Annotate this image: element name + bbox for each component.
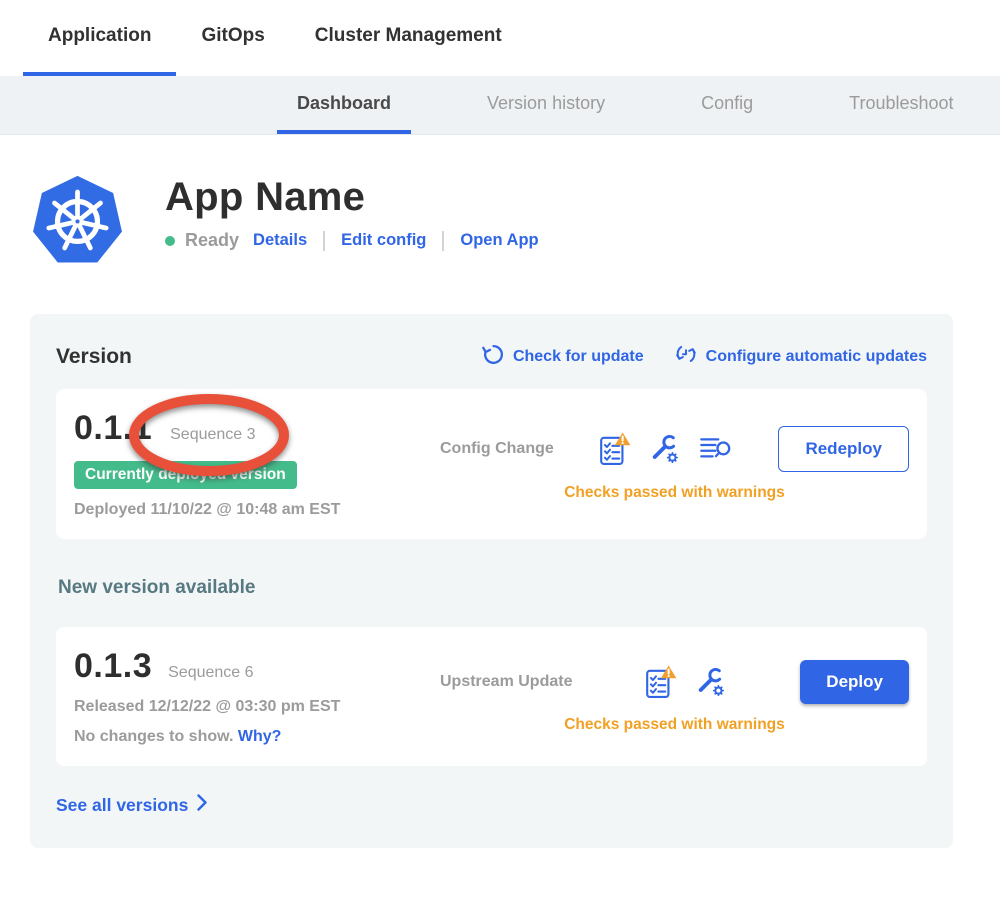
page-title: App Name	[165, 175, 539, 220]
chevron-right-icon	[197, 794, 208, 816]
tab-version-history[interactable]: Version history	[467, 76, 625, 134]
redeploy-button[interactable]: Redeploy	[778, 426, 909, 472]
kubernetes-logo-icon	[30, 173, 125, 268]
sequence-annotated: Sequence 3	[162, 426, 255, 444]
deployed-timestamp: Deployed 11/10/22 @ 10:48 am EST	[74, 501, 422, 519]
divider	[323, 231, 325, 251]
see-all-versions-link[interactable]: See all versions	[56, 795, 188, 816]
status-dot	[165, 236, 175, 246]
tab-cluster-management[interactable]: Cluster Management	[290, 0, 527, 76]
no-changes-text: No changes to show.	[74, 728, 233, 745]
new-version-card: 0.1.3 Sequence 6 Released 12/12/22 @ 03:…	[56, 627, 927, 766]
edit-config-link[interactable]: Edit config	[341, 231, 426, 250]
tab-dashboard[interactable]: Dashboard	[277, 76, 411, 134]
details-link[interactable]: Details	[253, 231, 307, 250]
refresh-icon	[482, 343, 505, 371]
tab-troubleshoot[interactable]: Troubleshoot	[829, 76, 973, 134]
divider	[442, 231, 444, 251]
version-source-label: Config Change	[440, 440, 554, 458]
open-app-link[interactable]: Open App	[460, 231, 538, 250]
view-files-icon[interactable]	[699, 436, 733, 462]
deploy-button[interactable]: Deploy	[800, 660, 909, 704]
version-heading: Version	[56, 345, 132, 369]
checks-status: Checks passed with warnings	[440, 484, 909, 502]
primary-nav: Application GitOps Cluster Management	[0, 0, 1000, 76]
check-for-update-link[interactable]: Check for update	[482, 343, 644, 371]
version-section: Version Check for update	[30, 314, 953, 848]
checks-status: Checks passed with warnings	[440, 716, 909, 734]
new-version-sequence: Sequence 6	[168, 664, 253, 682]
tab-config[interactable]: Config	[681, 76, 773, 134]
deployed-badge: Currently deployed version	[74, 461, 297, 489]
preflight-checks-warning-icon[interactable]	[645, 665, 677, 699]
preflight-checks-warning-icon[interactable]	[599, 432, 631, 466]
config-wrench-icon[interactable]	[649, 433, 681, 465]
status-text: Ready	[185, 230, 239, 251]
tab-gitops[interactable]: GitOps	[176, 0, 289, 76]
current-version-number: 0.1.1	[74, 409, 152, 448]
configure-automatic-updates-link[interactable]: Configure automatic updates	[674, 342, 927, 371]
secondary-nav: Dashboard Version history Config Trouble…	[0, 76, 1000, 135]
config-wrench-icon[interactable]	[695, 666, 727, 698]
current-version-sequence: Sequence 3	[170, 426, 255, 443]
why-link[interactable]: Why?	[238, 728, 282, 745]
app-header: App Name Ready Details Edit config Open …	[30, 173, 970, 268]
new-version-heading: New version available	[58, 577, 927, 599]
new-version-number: 0.1.3	[74, 647, 152, 686]
clock-sync-icon	[674, 342, 698, 371]
version-source-label: Upstream Update	[440, 673, 572, 691]
released-timestamp: Released 12/12/22 @ 03:30 pm EST	[74, 698, 422, 716]
current-version-card: 0.1.1 Sequence 3 Currently deployed vers…	[56, 389, 927, 539]
tab-application[interactable]: Application	[23, 0, 176, 76]
